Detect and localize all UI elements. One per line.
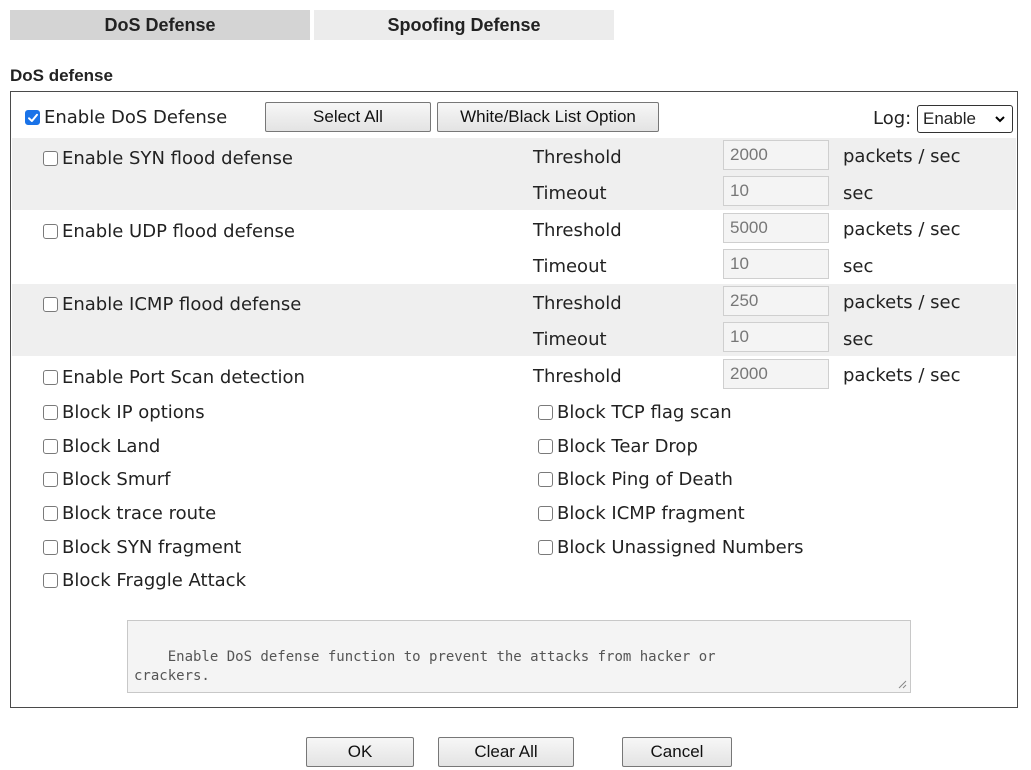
icmp-timeout-unit: sec [843,329,874,350]
port-scan-checkbox[interactable]: Enable Port Scan detection [43,367,305,388]
port-scan-threshold-label: Threshold [533,366,622,387]
enable-dos-defense-label: Enable DoS Defense [44,107,228,128]
block-label: Block TCP flag scan [557,402,732,423]
checkbox-icon[interactable] [43,297,58,312]
syn-flood-label: Enable SYN flood defense [62,148,293,169]
block-icmp-fragment-checkbox[interactable]: Block ICMP fragment [538,503,745,524]
dos-defense-panel: Enable DoS Defense Select All White/Blac… [10,91,1018,708]
udp-flood-label: Enable UDP flood defense [62,221,295,242]
checkbox-icon[interactable] [43,439,58,454]
tab-dos-defense[interactable]: DoS Defense [10,10,310,40]
ok-button[interactable]: OK [306,737,414,767]
resize-grip-icon[interactable] [897,679,907,689]
checkbox-icon[interactable] [43,151,58,166]
action-buttons: OK Clear All Cancel [0,737,1031,769]
block-land-checkbox[interactable]: Block Land [43,436,160,457]
udp-timeout-label: Timeout [533,256,607,277]
checkbox-checked-icon[interactable] [25,110,40,125]
checkbox-icon[interactable] [43,224,58,239]
syn-threshold-unit: packets / sec [843,146,961,167]
checkbox-icon[interactable] [43,405,58,420]
log-select[interactable]: Enable [917,105,1013,133]
icmp-timeout-input[interactable]: 10 [723,322,829,352]
udp-timeout-unit: sec [843,256,874,277]
syn-flood-checkbox[interactable]: Enable SYN flood defense [43,148,293,169]
block-label: Block Unassigned Numbers [557,537,804,558]
checkbox-icon[interactable] [43,540,58,555]
checkbox-icon[interactable] [43,370,58,385]
port-scan-threshold-unit: packets / sec [843,365,961,386]
block-label: Block ICMP fragment [557,503,745,524]
block-label: Block Fraggle Attack [62,570,246,591]
icmp-flood-checkbox[interactable]: Enable ICMP flood defense [43,294,301,315]
block-tcp-flag-scan-checkbox[interactable]: Block TCP flag scan [538,402,732,423]
log-label: Log: [873,108,912,129]
chevron-down-icon [995,116,1005,123]
block-unassigned-numbers-checkbox[interactable]: Block Unassigned Numbers [538,537,804,558]
checkbox-icon[interactable] [538,439,553,454]
block-label: Block IP options [62,402,205,423]
block-label: Block SYN fragment [62,537,242,558]
checkbox-icon[interactable] [538,405,553,420]
description-text: Enable DoS defense function to prevent t… [134,649,716,684]
block-ip-options-checkbox[interactable]: Block IP options [43,402,205,423]
udp-threshold-unit: packets / sec [843,219,961,240]
icmp-threshold-label: Threshold [533,293,622,314]
block-fraggle-attack-checkbox[interactable]: Block Fraggle Attack [43,570,246,591]
enable-dos-defense-checkbox[interactable]: Enable DoS Defense [25,107,227,128]
port-scan-label: Enable Port Scan detection [62,367,305,388]
description-textarea[interactable]: Enable DoS defense function to prevent t… [127,620,911,693]
checkbox-icon[interactable] [538,472,553,487]
cancel-button[interactable]: Cancel [622,737,732,767]
syn-timeout-unit: sec [843,183,874,204]
syn-timeout-input[interactable]: 10 [723,176,829,206]
syn-timeout-label: Timeout [533,183,607,204]
tab-bar: DoS Defense Spoofing Defense [10,10,618,40]
block-label: Block Ping of Death [557,469,733,490]
block-tear-drop-checkbox[interactable]: Block Tear Drop [538,436,698,457]
block-label: Block Tear Drop [557,436,698,457]
select-all-button[interactable]: Select All [265,102,431,132]
udp-threshold-input[interactable]: 5000 [723,213,829,243]
block-smurf-checkbox[interactable]: Block Smurf [43,469,171,490]
icmp-timeout-label: Timeout [533,329,607,350]
block-syn-fragment-checkbox[interactable]: Block SYN fragment [43,537,241,558]
checkbox-icon[interactable] [43,506,58,521]
icmp-flood-label: Enable ICMP flood defense [62,294,302,315]
block-trace-route-checkbox[interactable]: Block trace route [43,503,216,524]
udp-flood-checkbox[interactable]: Enable UDP flood defense [43,221,295,242]
checkbox-icon[interactable] [538,506,553,521]
checkbox-icon[interactable] [43,573,58,588]
white-black-list-option-button[interactable]: White/Black List Option [437,102,659,132]
udp-threshold-label: Threshold [533,220,622,241]
clear-all-button[interactable]: Clear All [438,737,574,767]
block-label: Block Land [62,436,161,457]
checkbox-icon[interactable] [43,472,58,487]
block-ping-of-death-checkbox[interactable]: Block Ping of Death [538,469,733,490]
block-label: Block Smurf [62,469,171,490]
tab-spoofing-defense[interactable]: Spoofing Defense [314,10,614,40]
section-title: DoS defense [10,66,113,85]
icmp-threshold-unit: packets / sec [843,292,961,313]
icmp-threshold-input[interactable]: 250 [723,286,829,316]
syn-threshold-label: Threshold [533,147,622,168]
block-label: Block trace route [62,503,217,524]
udp-timeout-input[interactable]: 10 [723,249,829,279]
log-select-value: Enable [923,109,976,128]
syn-threshold-input[interactable]: 2000 [723,140,829,170]
port-scan-threshold-input[interactable]: 2000 [723,359,829,389]
checkbox-icon[interactable] [538,540,553,555]
